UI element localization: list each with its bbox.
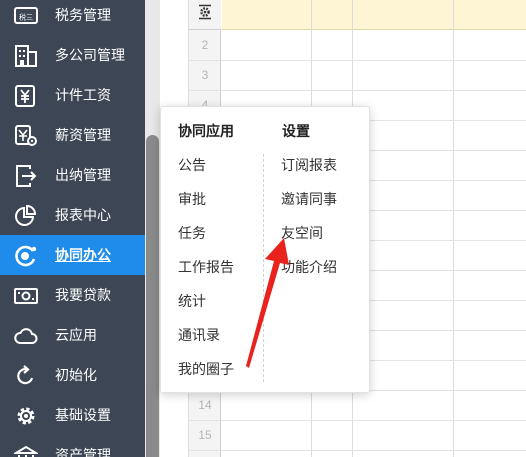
annotation-arrow (246, 238, 289, 368)
